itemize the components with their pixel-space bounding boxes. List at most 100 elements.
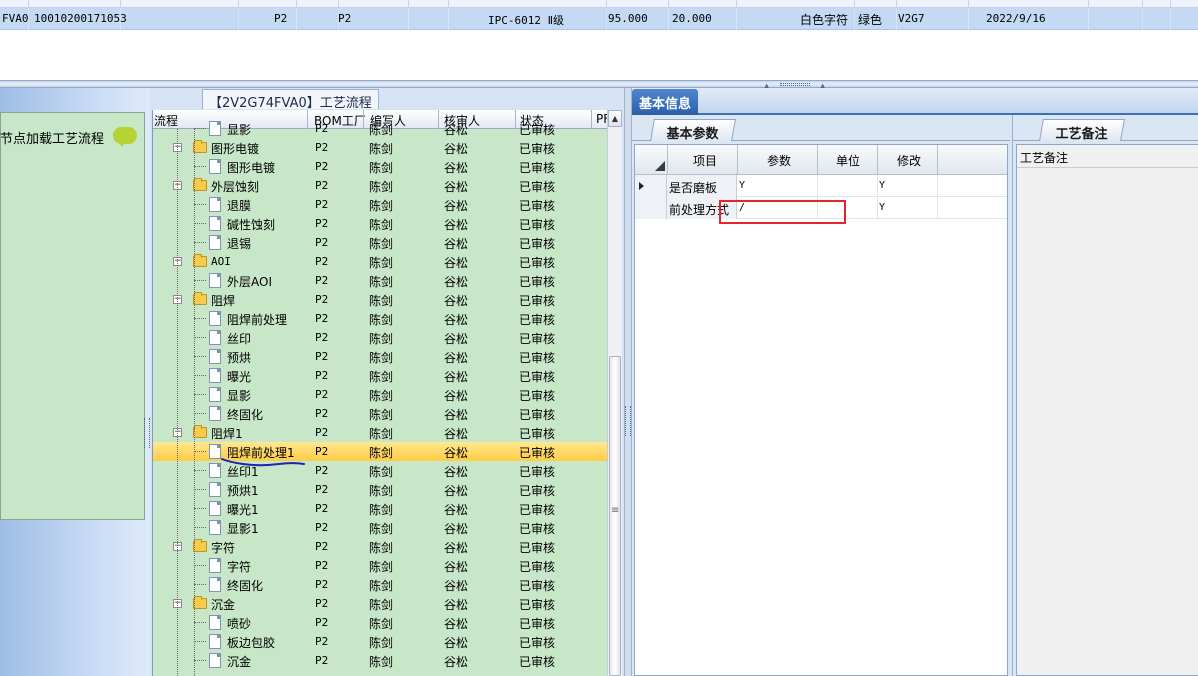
node-bom: P2	[315, 464, 329, 477]
col-item[interactable]: 项目	[693, 152, 717, 169]
horizontal-splitter[interactable]: ▲ ▲	[0, 80, 1198, 90]
tree-node-row[interactable]: 碱性蚀刻 P2 陈剑 谷松 已审核	[153, 214, 607, 233]
process-flow-tree[interactable]: 流程 BOM工厂 编写人 核审人 状态 PF 显影P2陈剑谷松已审核−图形电镀P…	[152, 110, 607, 676]
tree-node-row[interactable]: 预烘 P2 陈剑 谷松 已审核	[153, 347, 607, 366]
vertical-splitter[interactable]	[624, 88, 632, 676]
param-modify[interactable]: Y	[879, 202, 885, 213]
param-value[interactable]: Y	[739, 180, 745, 191]
scroll-up-icon[interactable]: ▲	[608, 110, 622, 127]
process-notes-box[interactable]: 工艺备注	[1016, 144, 1198, 676]
tree-node-row[interactable]: 退锡 P2 陈剑 谷松 已审核	[153, 233, 607, 252]
cell-value-1: 95.000	[608, 12, 648, 25]
node-writer: 陈剑	[369, 123, 394, 137]
node-reviewer: 谷松	[444, 142, 469, 156]
tab-process-notes[interactable]: 工艺备注	[1039, 119, 1125, 142]
document-icon	[209, 216, 221, 231]
node-writer: 陈剑	[369, 465, 394, 479]
tree-node-row[interactable]: 沉金 P2 陈剑 谷松 已审核	[153, 651, 607, 670]
node-status: 已审核	[519, 199, 556, 213]
tab-process-notes-label: 工艺备注	[1055, 127, 1108, 142]
tree-node-row[interactable]: 图形电镀 P2 陈剑 谷松 已审核	[153, 157, 607, 176]
tree-node-row[interactable]: 预烘1 P2 陈剑 谷松 已审核	[153, 480, 607, 499]
node-reviewer: 谷松	[444, 161, 469, 175]
node-bom: P2	[315, 635, 329, 648]
node-writer: 陈剑	[369, 408, 394, 422]
col-param[interactable]: 参数	[767, 152, 791, 169]
speech-bubble-icon[interactable]	[113, 127, 137, 147]
tree-node-row[interactable]: 板边包胶 P2 陈剑 谷松 已审核	[153, 632, 607, 651]
col-unit[interactable]: 单位	[836, 152, 860, 169]
node-writer: 陈剑	[369, 180, 394, 194]
param-modify[interactable]: Y	[879, 180, 885, 191]
scroll-thumb[interactable]	[609, 356, 621, 676]
node-status: 已审核	[519, 522, 556, 536]
tree-folder-row[interactable]: − 沉金 P2 陈剑 谷松 已审核	[153, 594, 607, 613]
node-bom: P2	[315, 616, 329, 629]
node-bom: P2	[315, 312, 329, 325]
node-load-title: 节点加载工艺流程	[0, 132, 105, 147]
tree-node-row[interactable]: 显影 P2 陈剑 谷松 已审核	[153, 119, 607, 138]
node-reviewer: 谷松	[444, 446, 469, 460]
tree-folder-row[interactable]: − 阻焊 P2 陈剑 谷松 已审核	[153, 290, 607, 309]
tree-node-row[interactable]: 显影 P2 陈剑 谷松 已审核	[153, 385, 607, 404]
folder-icon	[193, 254, 207, 267]
tree-node-row[interactable]: 字符 P2 陈剑 谷松 已审核	[153, 556, 607, 575]
node-bom: P2	[315, 160, 329, 173]
tree-node-row[interactable]: 喷砂 P2 陈剑 谷松 已审核	[153, 613, 607, 632]
node-name: 阻焊	[211, 294, 236, 308]
param-item: 是否磨板	[667, 175, 737, 197]
tab-basic-params[interactable]: 基本参数	[650, 119, 736, 142]
tree-node-row[interactable]: 终固化 P2 陈剑 谷松 已审核	[153, 404, 607, 423]
tree-folder-row[interactable]: − 字符 P2 陈剑 谷松 已审核	[153, 537, 607, 556]
node-bom: P2	[315, 350, 329, 363]
tree-node-row[interactable]: 曝光1 P2 陈剑 谷松 已审核	[153, 499, 607, 518]
node-name: 预烘1	[227, 484, 259, 498]
tree-folder-row[interactable]: − 图形电镀 P2 陈剑 谷松 已审核	[153, 138, 607, 157]
node-reviewer: 谷松	[444, 332, 469, 346]
tree-node-row[interactable]: 曝光 P2 陈剑 谷松 已审核	[153, 366, 607, 385]
node-writer: 陈剑	[369, 389, 394, 403]
tree-node-row[interactable]: 退膜 P2 陈剑 谷松 已审核	[153, 195, 607, 214]
tree-node-row[interactable]: 阻焊前处理1 P2 陈剑 谷松 已审核	[153, 442, 607, 461]
tree-node-row[interactable]: 终固化 P2 陈剑 谷松 已审核	[153, 575, 607, 594]
node-status: 已审核	[519, 275, 556, 289]
tree-connector	[194, 584, 206, 585]
document-icon	[209, 634, 221, 649]
splitter-grip-icon[interactable]	[780, 83, 810, 86]
tab-basic-info[interactable]: 基本信息	[632, 89, 699, 115]
tree-folder-row[interactable]: − 外层蚀刻 P2 陈剑 谷松 已审核	[153, 176, 607, 195]
node-writer: 陈剑	[369, 237, 394, 251]
params-grid[interactable]: 项目 参数 单位 修改 是否磨板 Y Y 前处理方式 / Y	[634, 144, 1008, 676]
node-writer: 陈剑	[369, 427, 394, 441]
node-status: 已审核	[519, 294, 556, 308]
tree-folder-row[interactable]: − AOI P2 陈剑 谷松 已审核	[153, 252, 607, 271]
tree-scrollbar[interactable]: ▲	[607, 110, 622, 676]
node-writer: 陈剑	[369, 294, 394, 308]
document-icon	[209, 121, 221, 136]
vertical-splitter-grip[interactable]	[625, 406, 631, 436]
param-row[interactable]: 是否磨板 Y Y	[635, 175, 1007, 197]
tree-node-row[interactable]: 丝印1 P2 陈剑 谷松 已审核	[153, 461, 607, 480]
tree-node-row[interactable]: 丝印 P2 陈剑 谷松 已审核	[153, 328, 607, 347]
node-status: 已审核	[519, 503, 556, 517]
node-name: 预烘	[227, 351, 252, 365]
node-writer: 陈剑	[369, 161, 394, 175]
cell-factory: P2	[338, 12, 352, 25]
tree-rows: 显影 P2 陈剑 谷松 已审核 − 图形电镀 P2 陈剑 谷松 已审核 图形电镀 P2 陈剑 谷松 已审核 − 外…	[153, 121, 607, 676]
node-status: 已审核	[519, 579, 556, 593]
folder-icon	[193, 292, 207, 305]
col-modify[interactable]: 修改	[897, 152, 921, 169]
tree-node-row[interactable]: 外层AOI P2 陈剑 谷松 已审核	[153, 271, 607, 290]
node-bom: P2	[315, 597, 329, 610]
node-reviewer: 谷松	[444, 408, 469, 422]
tree-connector	[194, 489, 206, 490]
top-grid-row[interactable]: FVA0 10010200171053 P2 P2 IPC-6012 Ⅱ级 95…	[0, 8, 1198, 30]
tree-node-row[interactable]: 阻焊前处理 P2 陈剑 谷松 已审核	[153, 309, 607, 328]
cell-date: 2022/9/16	[986, 12, 1046, 25]
tree-folder-row[interactable]: − 阻焊1 P2 陈剑 谷松 已审核	[153, 423, 607, 442]
tree-node-row[interactable]: 显影1 P2 陈剑 谷松 已审核	[153, 518, 607, 537]
document-icon	[209, 463, 221, 478]
node-load-box	[0, 112, 145, 520]
node-status: 已审核	[519, 218, 556, 232]
node-reviewer: 谷松	[444, 237, 469, 251]
